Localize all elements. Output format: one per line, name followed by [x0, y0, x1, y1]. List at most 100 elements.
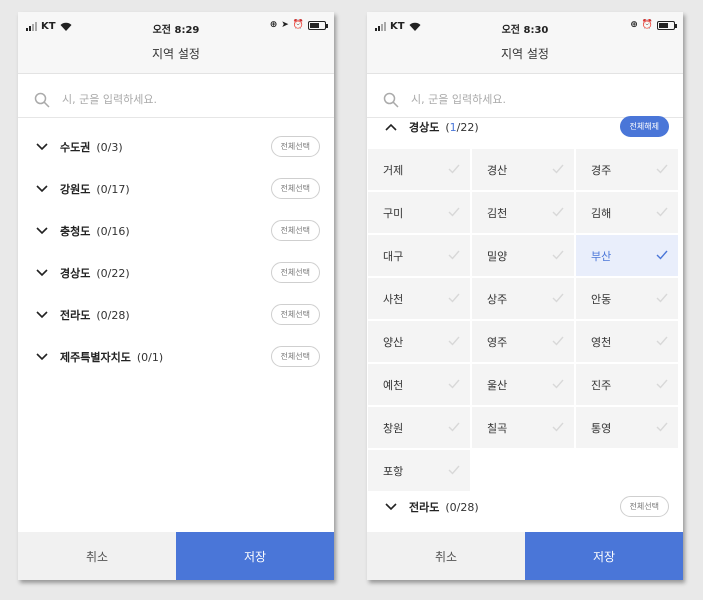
- rotation-lock-icon: ⊕: [630, 20, 638, 30]
- location-icon: ➤: [281, 20, 289, 30]
- check-icon: [656, 250, 668, 260]
- region-row[interactable]: 충청도 (0/16) 전체선택: [18, 213, 334, 249]
- city-cell[interactable]: 안동: [575, 277, 679, 320]
- chevron-down-icon: [36, 227, 48, 235]
- select-all-button[interactable]: 전체선택: [270, 220, 320, 241]
- select-all-button[interactable]: 전체선택: [619, 496, 669, 517]
- city-cell[interactable]: 진주: [575, 363, 679, 406]
- city-name: 안동: [591, 292, 612, 306]
- region-count: (0/22): [96, 266, 130, 280]
- city-cell[interactable]: 대구: [367, 234, 471, 277]
- city-cell[interactable]: 통영: [575, 406, 679, 449]
- region-name: 경상도: [60, 267, 91, 280]
- city-cell[interactable]: 예천: [367, 363, 471, 406]
- select-all-button[interactable]: 전체선택: [270, 136, 320, 157]
- region-count: (0/28): [96, 308, 130, 322]
- page-title: 지역 설정: [18, 42, 334, 74]
- check-icon: [552, 207, 564, 217]
- city-name: 포항: [383, 464, 404, 478]
- region-name: 수도권: [60, 141, 91, 154]
- chevron-down-icon: [385, 503, 397, 511]
- check-icon: [656, 164, 668, 174]
- city-cell[interactable]: 상주: [471, 277, 575, 320]
- region-count: (0/3): [96, 140, 123, 154]
- select-all-button[interactable]: 전체선택: [270, 178, 320, 199]
- total-count: /22: [456, 120, 475, 134]
- check-icon: [448, 336, 460, 346]
- city-name: 경주: [591, 163, 612, 177]
- region-row[interactable]: 강원도 (0/17) 전체선택: [18, 171, 334, 207]
- city-cell[interactable]: 양산: [367, 320, 471, 363]
- city-name: 구미: [383, 206, 404, 220]
- region-count: (0/1): [136, 350, 164, 364]
- city-cell[interactable]: 사천: [367, 277, 471, 320]
- city-name: 대구: [383, 249, 404, 263]
- region-count: (0/17): [96, 182, 130, 196]
- rotation-lock-icon: ⊕: [269, 20, 278, 30]
- deselect-all-button[interactable]: 전체해제: [619, 116, 669, 137]
- city-cell[interactable]: 울산: [471, 363, 575, 406]
- alarm-icon: ⏰: [641, 20, 653, 30]
- select-all-button[interactable]: 전체선택: [270, 346, 320, 367]
- city-name: 사천: [383, 292, 404, 306]
- save-button[interactable]: 저장: [525, 532, 683, 580]
- search-icon: [34, 92, 50, 108]
- phone-left: KT 오전 8:29 ⊕ ➤ ⏰ 지역 설정 수도권 (0/3) 전체선택 강원…: [18, 12, 334, 580]
- region-count: (0/28): [445, 500, 479, 514]
- city-name: 경산: [487, 163, 508, 177]
- city-cell[interactable]: 김해: [575, 191, 679, 234]
- cancel-button[interactable]: 취소: [367, 532, 525, 580]
- region-name: 강원도: [60, 183, 91, 196]
- city-cell[interactable]: 밀양: [471, 234, 575, 277]
- region-row[interactable]: 전라도 (0/28) 전체선택: [367, 489, 683, 525]
- city-name: 양산: [383, 335, 404, 349]
- check-icon: [552, 293, 564, 303]
- city-cell[interactable]: 김천: [471, 191, 575, 234]
- city-cell[interactable]: 창원: [367, 406, 471, 449]
- selected-count: 1: [449, 120, 457, 134]
- chevron-down-icon: [36, 143, 48, 151]
- city-cell[interactable]: 거제: [367, 148, 471, 191]
- battery-icon: [308, 20, 328, 30]
- select-all-button[interactable]: 전체선택: [270, 304, 320, 325]
- city-name: 김천: [487, 206, 508, 220]
- region-row-expanded[interactable]: 경상도 (1/22) 전체해제: [367, 109, 683, 145]
- select-all-button[interactable]: 전체선택: [270, 262, 320, 283]
- city-cell[interactable]: 부산: [575, 234, 679, 277]
- alarm-icon: ⏰: [292, 20, 304, 30]
- city-name: 통영: [591, 421, 612, 435]
- city-name: 울산: [487, 378, 508, 392]
- city-name: 진주: [591, 378, 612, 392]
- city-cell[interactable]: 영주: [471, 320, 575, 363]
- region-row[interactable]: 전라도 (0/28) 전체선택: [18, 297, 334, 333]
- check-icon: [656, 422, 668, 432]
- status-bar: KT 오전 8:30 ⊕ ⏰: [367, 12, 683, 42]
- region-row[interactable]: 제주특별자치도 (0/1) 전체선택: [18, 339, 334, 375]
- region-name: 전라도: [409, 501, 440, 514]
- city-cell[interactable]: 경산: [471, 148, 575, 191]
- chevron-down-icon: [36, 311, 48, 319]
- region-count: (0/16): [96, 224, 130, 238]
- chevron-down-icon: [36, 269, 48, 277]
- city-cell[interactable]: 영천: [575, 320, 679, 363]
- region-row[interactable]: 수도권 (0/3) 전체선택: [18, 129, 334, 165]
- check-icon: [656, 336, 668, 346]
- region-name: 전라도: [60, 309, 91, 322]
- city-name: 창원: [383, 421, 404, 435]
- phone-right: KT 오전 8:30 ⊕ ⏰ 지역 설정 경상도 (1/22) 전체해제 거제 경…: [367, 12, 683, 580]
- search-input[interactable]: [62, 93, 302, 106]
- city-name: 칠곡: [487, 421, 508, 435]
- region-row[interactable]: 경상도 (0/22) 전체선택: [18, 255, 334, 291]
- city-cell[interactable]: 칠곡: [471, 406, 575, 449]
- check-icon: [656, 293, 668, 303]
- chevron-up-icon: [385, 123, 397, 131]
- cancel-button[interactable]: 취소: [18, 532, 176, 580]
- city-cell[interactable]: 구미: [367, 191, 471, 234]
- save-button[interactable]: 저장: [176, 532, 334, 580]
- city-cell[interactable]: 포항: [367, 449, 471, 492]
- city-cell[interactable]: 경주: [575, 148, 679, 191]
- search-bar[interactable]: [18, 82, 334, 118]
- check-icon: [656, 207, 668, 217]
- check-icon: [448, 164, 460, 174]
- search-input[interactable]: [411, 93, 651, 106]
